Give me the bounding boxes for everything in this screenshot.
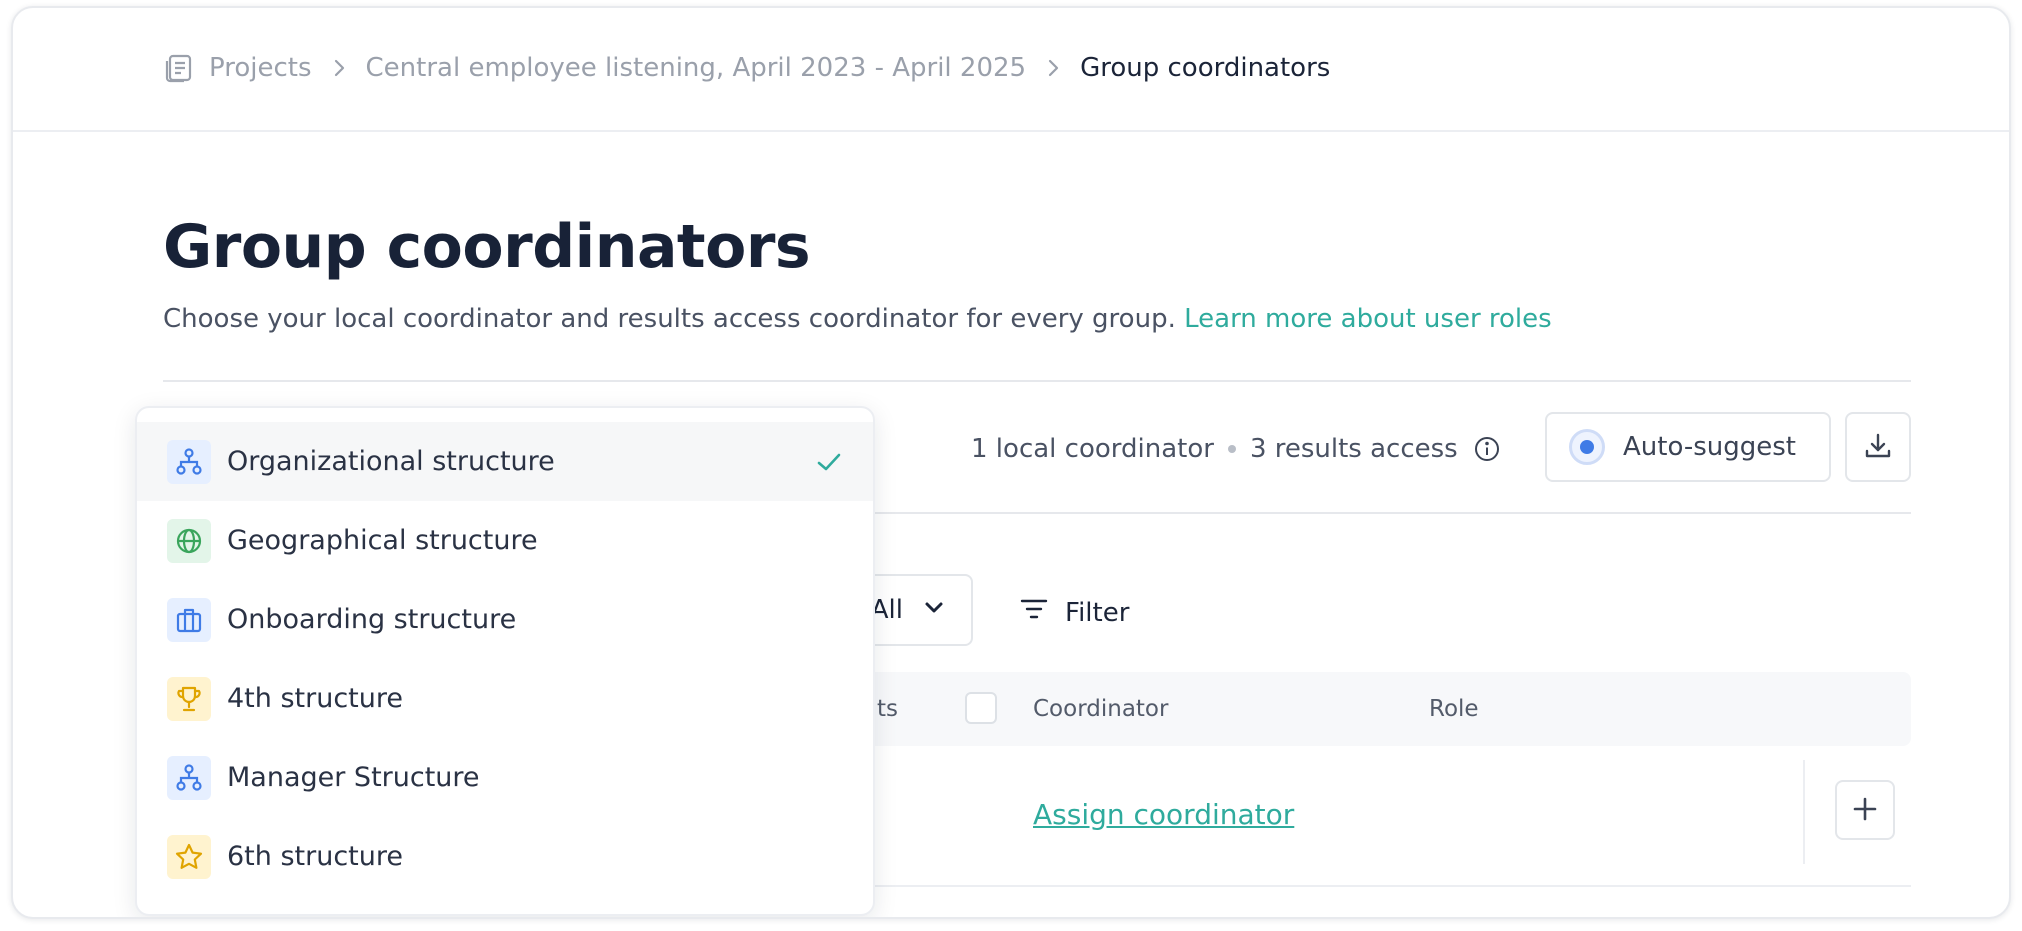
trophy-icon bbox=[167, 676, 211, 721]
projects-icon bbox=[163, 52, 195, 84]
option-label: 4th structure bbox=[227, 683, 403, 714]
breadcrumb-current: Group coordinators bbox=[1080, 53, 1331, 83]
breadcrumb: Projects Central employee listening, Apr… bbox=[163, 52, 1330, 84]
option-label: 6th structure bbox=[227, 841, 403, 872]
download-button[interactable] bbox=[1845, 412, 1911, 482]
filter-button[interactable]: Filter bbox=[1019, 594, 1129, 631]
page-subtitle: Choose your local coordinator and result… bbox=[163, 304, 1552, 334]
filter-icon bbox=[1019, 594, 1049, 631]
divider bbox=[163, 380, 1911, 382]
org-chart-icon bbox=[167, 755, 211, 800]
column-header-partial: ts bbox=[877, 696, 899, 722]
briefcase-icon bbox=[167, 597, 211, 642]
breadcrumb-project[interactable]: Central employee listening, April 2023 -… bbox=[366, 53, 1027, 83]
filter-label: Filter bbox=[1065, 597, 1130, 628]
structure-option-6th[interactable]: 6th structure bbox=[137, 817, 873, 896]
page-title: Group coordinators bbox=[163, 212, 811, 282]
chevron-down-icon bbox=[923, 595, 945, 625]
add-button[interactable] bbox=[1835, 780, 1895, 840]
auto-suggest-button[interactable]: Auto-suggest bbox=[1545, 412, 1831, 482]
structure-option-manager[interactable]: Manager Structure bbox=[137, 738, 873, 817]
option-label: Organizational structure bbox=[227, 446, 555, 477]
option-label: Geographical structure bbox=[227, 525, 538, 556]
column-divider bbox=[1803, 760, 1805, 864]
plus-icon bbox=[1851, 795, 1879, 826]
top-bar: Projects Central employee listening, Apr… bbox=[13, 8, 2009, 132]
auto-suggest-label: Auto-suggest bbox=[1623, 432, 1796, 462]
download-icon bbox=[1862, 430, 1894, 465]
structure-option-onboarding[interactable]: Onboarding structure bbox=[137, 580, 873, 659]
local-coordinator-count: 1 local coordinator bbox=[971, 434, 1214, 464]
structure-option-4th[interactable]: 4th structure bbox=[137, 659, 873, 738]
chevron-right-icon bbox=[328, 57, 350, 79]
learn-more-link[interactable]: Learn more about user roles bbox=[1184, 304, 1552, 334]
assign-coordinator-link[interactable]: Assign coordinator bbox=[1033, 798, 1294, 831]
bullet-separator bbox=[1227, 445, 1236, 453]
app-window: Projects Central employee listening, Apr… bbox=[11, 6, 2011, 919]
structure-option-geographical[interactable]: Geographical structure bbox=[137, 501, 873, 580]
star-icon bbox=[167, 834, 211, 879]
column-header-coordinator: Coordinator bbox=[1033, 696, 1169, 722]
coordinator-stats: 1 local coordinator 3 results access bbox=[971, 434, 1500, 464]
chevron-right-icon bbox=[1042, 57, 1064, 79]
radio-icon bbox=[1569, 429, 1605, 465]
group-select-value: All bbox=[870, 595, 903, 625]
structure-dropdown: Organizational structure Geographical st… bbox=[135, 406, 875, 916]
option-label: Manager Structure bbox=[227, 762, 480, 793]
option-label: Onboarding structure bbox=[227, 604, 517, 635]
breadcrumb-projects[interactable]: Projects bbox=[209, 53, 312, 83]
column-header-role: Role bbox=[1429, 696, 1479, 722]
globe-icon bbox=[167, 518, 211, 563]
select-all-checkbox[interactable] bbox=[965, 692, 997, 724]
subtitle-text: Choose your local coordinator and result… bbox=[163, 304, 1176, 334]
info-icon[interactable] bbox=[1474, 436, 1500, 462]
structure-option-organizational[interactable]: Organizational structure bbox=[137, 422, 873, 501]
check-icon bbox=[815, 448, 843, 476]
results-access-count: 3 results access bbox=[1249, 434, 1458, 464]
org-chart-icon bbox=[167, 439, 211, 484]
